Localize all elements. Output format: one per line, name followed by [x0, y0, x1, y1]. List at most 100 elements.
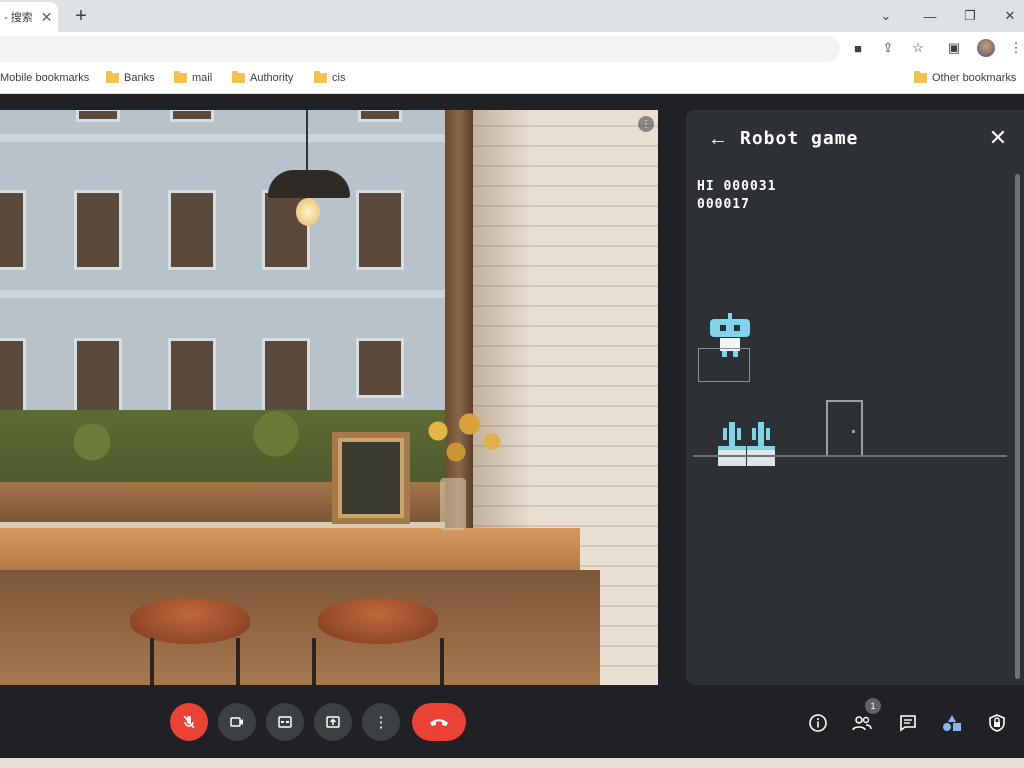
video-building: [0, 110, 445, 440]
browser-toolbar: [0, 32, 1024, 64]
stool-seat: [130, 598, 250, 644]
folder-icon: [314, 71, 327, 83]
side-panel: ← Robot game ✕ HI 000031 000017: [686, 110, 1024, 685]
taskbar-edge: [0, 758, 1024, 768]
robot-game-canvas[interactable]: HI 000031 000017: [686, 166, 1016, 685]
side-panel-icon[interactable]: ▣: [944, 38, 964, 58]
tab-search-icon[interactable]: ⌄: [876, 6, 896, 26]
window-close-icon[interactable]: ✕: [1000, 6, 1020, 26]
activities-icon[interactable]: [940, 711, 964, 735]
restore-icon[interactable]: ❐: [960, 6, 980, 26]
building-window: [170, 110, 214, 122]
cactus-stem: [729, 422, 735, 446]
building-window: [0, 338, 26, 418]
captions-icon[interactable]: [266, 703, 304, 741]
counter-top: [0, 528, 580, 570]
cactus-arm: [737, 428, 741, 440]
pin-icon[interactable]: ⋮: [638, 116, 654, 132]
other-bookmarks[interactable]: Other bookmarks: [914, 71, 1017, 84]
bookmark-mobile[interactable]: Mobile bookmarks: [0, 72, 89, 84]
close-icon[interactable]: ✕: [986, 125, 1010, 150]
bookmark-label: Mobile bookmarks: [0, 72, 90, 84]
share-icon[interactable]: ⇪: [878, 38, 898, 58]
tab-strip: - 搜索 ✕ + ⌄ — ❐ ✕: [0, 0, 1024, 32]
building-window: [0, 190, 26, 270]
bookmark-label: Banks: [124, 72, 155, 84]
door-sprite: [826, 400, 863, 455]
tab-close-icon[interactable]: ✕: [41, 10, 53, 24]
menu-icon[interactable]: ⋮: [1006, 38, 1024, 58]
present-icon[interactable]: [314, 703, 352, 741]
people-icon[interactable]: [850, 711, 874, 735]
panel-scrollbar[interactable]: [1015, 174, 1020, 679]
new-tab-icon[interactable]: +: [70, 5, 92, 27]
info-icon[interactable]: [806, 711, 830, 735]
counter-base: [0, 570, 600, 685]
robot-eye: [720, 325, 726, 331]
bookmark-label: mail: [192, 72, 213, 84]
robot-head: [710, 319, 750, 337]
participant-video[interactable]: ⋮: [0, 110, 658, 685]
lamp-cord: [306, 110, 308, 170]
folder-icon: [232, 71, 245, 83]
bookmark-label: Other bookmarks: [932, 72, 1017, 84]
stool-leg: [440, 638, 444, 685]
vase: [440, 478, 466, 530]
picture-inner: [342, 442, 400, 514]
stool-leg: [236, 638, 240, 685]
building-cornice: [0, 290, 445, 298]
robot-eye: [734, 325, 740, 331]
door-knob: [852, 430, 855, 433]
building-window: [358, 110, 402, 122]
camera-icon[interactable]: [218, 703, 256, 741]
minimize-icon[interactable]: —: [920, 6, 940, 26]
lamp-bulb: [296, 198, 320, 226]
cactus-arm: [766, 428, 770, 440]
stool-seat: [318, 598, 438, 644]
panel-title: Robot game: [740, 128, 859, 149]
building-window: [262, 338, 310, 418]
ground-line: [693, 455, 1007, 457]
building-window: [356, 190, 404, 270]
browser-tab[interactable]: - 搜索 ✕: [0, 2, 58, 32]
bookmark-cis[interactable]: cis: [314, 71, 346, 84]
panel-header: ← Robot game ✕: [686, 110, 1024, 166]
camera-in-use-icon[interactable]: ■: [848, 38, 868, 58]
stool-leg: [150, 638, 154, 685]
bookmark-banks[interactable]: Banks: [106, 71, 155, 84]
cactus-arm: [723, 428, 727, 440]
back-arrow-icon[interactable]: ←: [706, 127, 730, 151]
building-window: [168, 190, 216, 270]
building-window: [76, 110, 120, 122]
tab-title: - 搜索: [4, 12, 33, 24]
address-bar[interactable]: [0, 36, 840, 62]
bookmark-star-icon[interactable]: ☆: [908, 38, 928, 58]
folder-icon: [106, 71, 119, 83]
cactus-obstacle: [747, 422, 775, 468]
current-score: 000017: [697, 197, 750, 212]
end-call-icon[interactable]: [412, 703, 466, 741]
bookmark-label: cis: [332, 72, 346, 84]
picture-frame: [332, 432, 410, 524]
chat-icon[interactable]: [896, 711, 920, 735]
meeting-controls: ⋮ 1: [0, 689, 1024, 768]
cactus-obstacle: [718, 422, 746, 468]
more-icon[interactable]: ⋮: [362, 703, 400, 741]
flowers: [420, 410, 510, 480]
bookmark-mail[interactable]: mail: [174, 71, 213, 84]
folder-icon: [914, 71, 927, 83]
cactus-stem: [758, 422, 764, 446]
building-window: [356, 338, 404, 398]
host-controls-icon[interactable]: [985, 711, 1009, 735]
bookmark-label: Authority: [250, 72, 294, 84]
bookmark-authority[interactable]: Authority: [232, 71, 294, 84]
crate-obstacle: [698, 348, 750, 382]
profile-avatar[interactable]: [976, 38, 996, 58]
participant-count-badge: 1: [865, 698, 881, 714]
building-cornice: [0, 134, 445, 142]
building-window: [168, 338, 216, 418]
mic-off-icon[interactable]: [170, 703, 208, 741]
meeting-stage: ⋮ ← Robot game ✕ HI 000031 000017: [0, 95, 1024, 689]
building-window: [74, 190, 122, 270]
hi-score: HI 000031: [697, 179, 777, 194]
